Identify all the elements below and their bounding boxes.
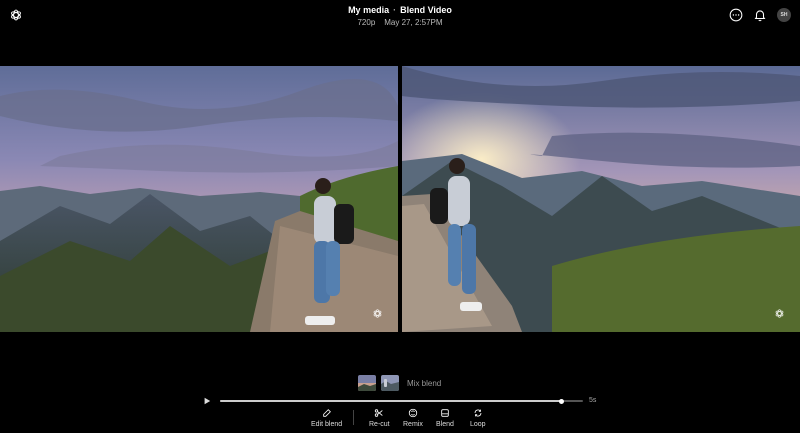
resolution-label: 720p xyxy=(357,18,376,27)
breadcrumb: My media · Blend Video xyxy=(0,5,800,16)
right-scene-image xyxy=(402,66,800,332)
scissors-icon xyxy=(375,409,383,417)
edit-toolbar: Edit blend Re-cut Remix Blend Loop xyxy=(0,408,800,430)
top-right-actions: SH xyxy=(729,8,791,22)
edit-blend-button[interactable]: Edit blend xyxy=(311,408,342,428)
video-stage xyxy=(0,66,800,332)
left-scene-image xyxy=(0,66,398,332)
re-cut-button[interactable]: Re-cut xyxy=(369,408,390,428)
edit-blend-label: Edit blend xyxy=(311,421,343,428)
sora-watermark-icon xyxy=(373,309,382,318)
loop-button[interactable]: Loop xyxy=(470,408,486,428)
loop-label: Loop xyxy=(470,421,486,428)
progress-handle[interactable] xyxy=(558,398,564,404)
video-player-controls: 5s xyxy=(203,394,599,408)
blend-button[interactable]: Blend xyxy=(436,408,454,428)
loop-icon xyxy=(474,409,482,417)
bell-icon[interactable] xyxy=(753,8,767,22)
duration-label: 5s xyxy=(589,397,597,404)
timestamp-label: May 27, 2:57PM xyxy=(384,18,443,27)
blend-label: Blend xyxy=(436,421,454,428)
re-cut-label: Re-cut xyxy=(369,421,390,428)
sora-watermark-icon xyxy=(775,309,784,318)
source-thumbnail-2[interactable] xyxy=(381,375,399,391)
page-header: My media · Blend Video 720p May 27, 2:57PM xyxy=(0,5,800,28)
page-title: Blend Video xyxy=(400,5,452,15)
source-thumbnail-1[interactable] xyxy=(358,375,376,391)
play-icon[interactable] xyxy=(203,397,211,405)
mix-blend-label: Mix blend xyxy=(407,378,442,388)
breadcrumb-separator: · xyxy=(393,5,397,15)
video-panel-left[interactable] xyxy=(0,66,398,332)
toolbar-divider xyxy=(353,410,354,425)
remix-button[interactable]: Remix xyxy=(403,408,423,428)
remix-label: Remix xyxy=(403,421,423,428)
pencil-icon xyxy=(322,409,331,417)
progress-track[interactable] xyxy=(220,398,583,404)
video-panel-right[interactable] xyxy=(402,66,800,332)
blend-sources: Mix blend xyxy=(358,375,441,391)
more-options-icon[interactable] xyxy=(729,8,743,22)
video-meta: 720p May 27, 2:57PM xyxy=(0,17,800,28)
breadcrumb-my-media[interactable]: My media xyxy=(348,5,389,15)
remix-icon xyxy=(408,408,418,418)
avatar[interactable]: SH xyxy=(777,8,791,22)
progress-fill xyxy=(220,400,562,402)
blend-icon xyxy=(441,409,449,417)
